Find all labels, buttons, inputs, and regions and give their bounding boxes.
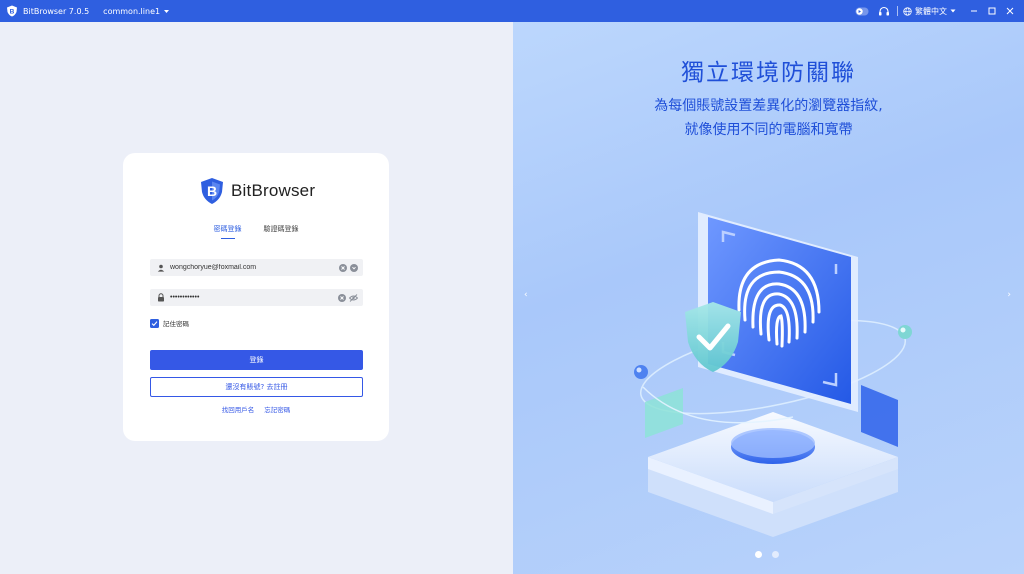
close-button[interactable] — [1002, 0, 1018, 22]
svg-text:B: B — [207, 183, 217, 199]
chevron-down-icon — [950, 9, 956, 13]
recover-username-link[interactable]: 找回用戶名 — [222, 404, 255, 414]
hero-title: 獨立環境防關聯 — [681, 60, 856, 86]
minimize-icon — [971, 10, 977, 12]
profile-selector[interactable]: common.line1 — [103, 7, 170, 16]
svg-text:B: B — [10, 9, 15, 16]
lock-icon — [156, 293, 166, 302]
username-field — [150, 259, 363, 276]
tab-code-login[interactable]: 驗證碼登錄 — [264, 224, 299, 239]
brand-name: BitBrowser — [231, 181, 316, 200]
history-icon[interactable] — [350, 263, 358, 272]
profile-name: common.line1 — [103, 6, 161, 16]
pager-dot-1[interactable] — [755, 551, 762, 558]
login-pane: B BitBrowser 密碼登錄 驗證碼登錄 wongchoryue@foxm… — [0, 22, 513, 574]
titlebar-divider — [897, 6, 898, 16]
close-icon — [1006, 7, 1014, 15]
remember-label: 記住密碼 — [163, 320, 189, 328]
record-toggle-icon[interactable] — [854, 0, 870, 22]
slide-pager — [755, 551, 779, 558]
hero-subtitle-line1: 為每個賬號設置差異化的瀏覽器指紋, — [654, 98, 883, 114]
brand: B BitBrowser — [199, 177, 315, 205]
clear-icon[interactable] — [338, 293, 346, 302]
password-input[interactable] — [170, 294, 330, 301]
remember-checkbox[interactable] — [150, 318, 159, 328]
remember-password: 記住密碼 — [150, 318, 189, 328]
headset-icon[interactable] — [876, 0, 892, 22]
pager-dot-2[interactable] — [772, 551, 779, 558]
login-button[interactable]: 登錄 — [150, 350, 363, 370]
hero-subtitle-line2: 就像使用不同的電腦和寬帶 — [684, 122, 853, 138]
username-input[interactable] — [170, 264, 330, 271]
language-label: 繁體中文 — [915, 6, 947, 16]
chevron-down-icon — [164, 9, 170, 13]
maximize-button[interactable] — [984, 0, 1000, 22]
next-slide-arrow[interactable]: › — [1007, 290, 1011, 300]
register-button[interactable]: 還沒有賬號? 去註冊 — [150, 377, 363, 397]
minimize-button[interactable] — [966, 0, 982, 22]
account-links: 找回用戶名 忘記密碼 — [123, 404, 389, 414]
maximize-icon — [988, 7, 996, 15]
language-selector[interactable]: 繁體中文 — [903, 6, 956, 17]
bitbrowser-logo-icon: B — [7, 5, 17, 17]
prev-slide-arrow[interactable]: ‹ — [524, 290, 528, 300]
title-bar: B BitBrowser 7.0.5 common.line1 繁體中文 — [0, 0, 1024, 22]
fingerprint-shield-illustration — [634, 212, 912, 537]
password-field — [150, 289, 363, 306]
eye-off-icon[interactable] — [349, 293, 358, 302]
user-icon — [156, 264, 166, 272]
app-title: BitBrowser 7.0.5 — [23, 6, 90, 16]
login-card: B BitBrowser 密碼登錄 驗證碼登錄 wongchoryue@foxm… — [123, 153, 389, 441]
checkmark-icon — [151, 320, 158, 326]
forgot-password-link[interactable]: 忘記密碼 — [264, 404, 290, 414]
hero-pane: 獨立環境防關聯 為每個賬號設置差異化的瀏覽器指紋, 就像使用不同的電腦和寬帶 ‹… — [513, 22, 1024, 574]
login-tabs: 密碼登錄 驗證碼登錄 — [123, 224, 389, 239]
globe-icon — [903, 6, 912, 16]
bitbrowser-logo-icon: B — [201, 178, 223, 204]
tab-password-login[interactable]: 密碼登錄 — [214, 224, 242, 239]
clear-icon[interactable] — [339, 263, 347, 272]
